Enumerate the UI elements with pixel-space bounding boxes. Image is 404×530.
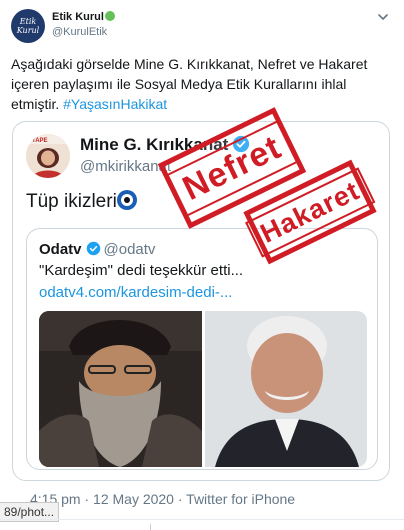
account-handle[interactable]: @KurulEtik — [52, 26, 107, 38]
quoted-handle[interactable]: @mkirikkanat — [80, 158, 171, 175]
inner-handle[interactable]: @odatv — [104, 241, 156, 258]
tweet-text: Aşağıdaki görselde Mine G. Kırıkkanat, N… — [11, 54, 391, 114]
tweet-meta[interactable]: 4:15 pm · 12 May 2020 · Twitter for iPho… — [30, 491, 295, 507]
inner-title: "Kardeşim" dedi teşekkür etti... — [39, 262, 244, 279]
avatar[interactable]: Etik Kurul — [11, 9, 45, 43]
quoted-text-row: Tüp ikizleri — [26, 190, 137, 213]
divider — [0, 519, 404, 520]
inner-quoted-tweet[interactable]: Odatv @odatv "Kardeşim" dedi teşekkür ett… — [26, 228, 378, 470]
quoted-avatar[interactable]: TAPE — [26, 134, 70, 178]
photo-right[interactable] — [204, 311, 367, 467]
avatar-text-line-2: Kurul — [16, 26, 40, 35]
account-name[interactable]: Etik Kurul — [52, 11, 104, 23]
inner-name-row[interactable]: Odatv @odatv — [39, 241, 155, 258]
photo-grid[interactable] — [39, 311, 367, 467]
account-name-row[interactable]: Etik Kurul — [52, 11, 115, 23]
verified-badge-icon — [86, 241, 100, 256]
quoted-avatar-label: TAPE — [32, 138, 48, 144]
quoted-text: Tüp ikizleri — [26, 191, 117, 212]
inner-name[interactable]: Odatv — [39, 241, 82, 258]
status-dot-icon — [104, 11, 115, 21]
resize-handle[interactable] — [150, 524, 158, 530]
evil-eye-icon — [116, 190, 137, 210]
chevron-down-icon[interactable] — [376, 10, 390, 24]
inner-link[interactable]: odatv4.com/kardesim-dedi-... — [39, 284, 232, 301]
hashtag-link[interactable]: #YaşasınHakikat — [63, 96, 167, 112]
photo-left[interactable] — [39, 311, 202, 467]
avatar-text-line-1: Etik — [19, 17, 37, 26]
tweet: Etik Kurul Etik Kurul @KurulEtik Aşağıda… — [0, 0, 404, 530]
